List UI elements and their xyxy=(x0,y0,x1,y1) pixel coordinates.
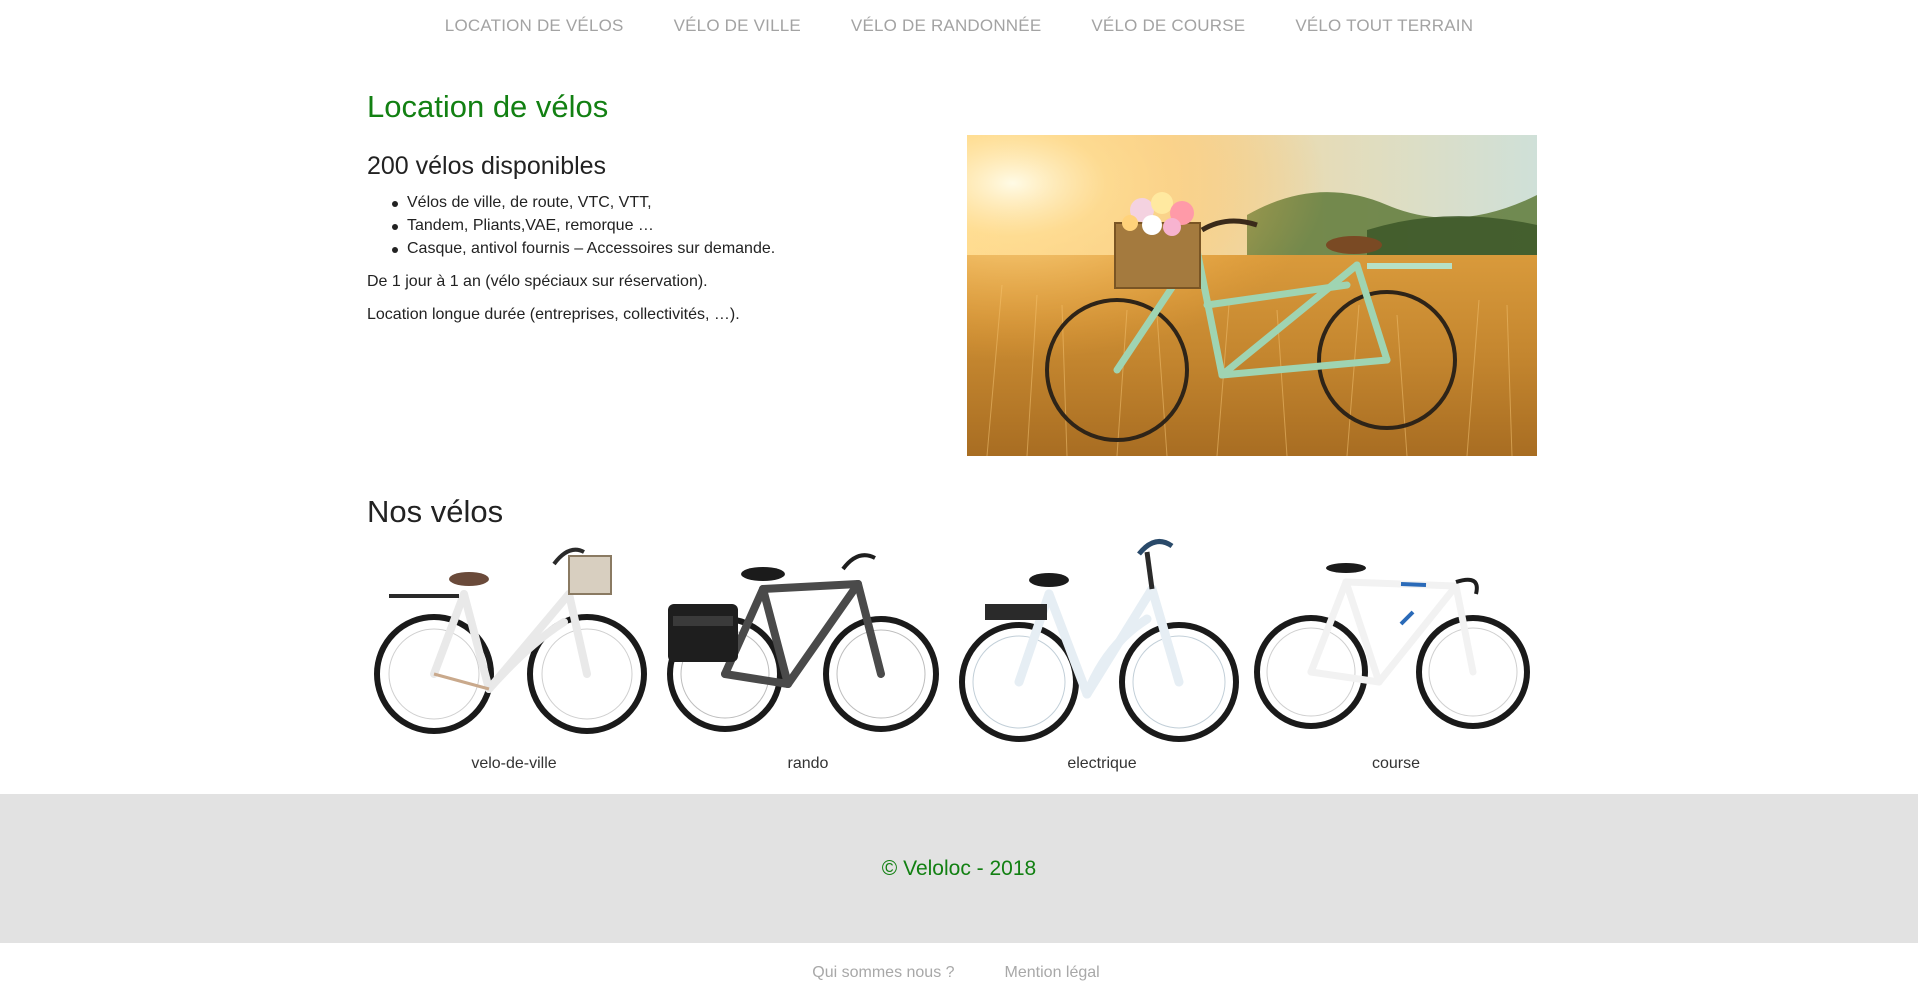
link-mention-legal[interactable]: Mention légal xyxy=(980,964,1125,982)
nav-velo-de-randonnee[interactable]: VÉLO DE RANDONNÉE xyxy=(826,16,1066,36)
feature-item: Casque, antivol fournis – Accessoires su… xyxy=(367,237,927,260)
bike-label: electrique xyxy=(1067,755,1137,772)
intro-section: 200 vélos disponibles Vélos de ville, de… xyxy=(367,152,927,336)
copyright-text: © Veloloc - 2018 xyxy=(881,856,1037,880)
bike-label: course xyxy=(1371,755,1421,772)
bike-card-velo-de-ville[interactable]: velo-de-ville xyxy=(367,532,661,782)
our-bikes-heading: Nos vélos xyxy=(367,494,504,529)
bottom-navigation: Qui sommes nous ? Mention légal xyxy=(0,943,1918,1003)
nav-velo-tout-terrain[interactable]: VÉLO TOUT TERRAIN xyxy=(1270,16,1498,36)
bike-label: rando xyxy=(787,755,829,772)
touring-bike-image xyxy=(667,553,939,732)
top-navigation: LOCATION DE VÉLOS VÉLO DE VILLE VÉLO DE … xyxy=(0,0,1918,52)
features-list: Vélos de ville, de route, VTC, VTT, Tand… xyxy=(367,191,927,260)
long-term-paragraph: Location longue durée (entreprises, coll… xyxy=(367,306,740,323)
nav-velo-de-course[interactable]: VÉLO DE COURSE xyxy=(1066,16,1270,36)
feature-item: Tandem, Pliants,VAE, remorque … xyxy=(367,214,927,237)
bike-card-rando[interactable]: rando xyxy=(661,532,955,782)
bike-grid: velo-de-ville rando electrique course xyxy=(367,532,1545,782)
feature-item: Vélos de ville, de route, VTC, VTT, xyxy=(367,191,927,214)
bike-label: velo-de-ville xyxy=(471,755,557,772)
availability-heading: 200 vélos disponibles xyxy=(367,152,607,180)
page-title: Location de vélos xyxy=(367,89,609,124)
city-bike-image xyxy=(374,547,647,734)
hero-bike-photo xyxy=(967,135,1537,456)
nav-location-de-velos[interactable]: LOCATION DE VÉLOS xyxy=(420,16,649,36)
hero-bike-illustration xyxy=(967,135,1537,456)
road-bike-image xyxy=(1254,563,1530,729)
link-qui-sommes-nous[interactable]: Qui sommes nous ? xyxy=(787,964,979,982)
bike-card-course[interactable]: course xyxy=(1249,532,1543,782)
electric-bike-image xyxy=(959,539,1239,742)
bike-card-electrique[interactable]: electrique xyxy=(955,532,1249,782)
footer: © Veloloc - 2018 xyxy=(0,794,1918,943)
duration-paragraph: De 1 jour à 1 an (vélo spéciaux sur rése… xyxy=(367,273,708,290)
nav-velo-de-ville[interactable]: VÉLO DE VILLE xyxy=(649,16,826,36)
